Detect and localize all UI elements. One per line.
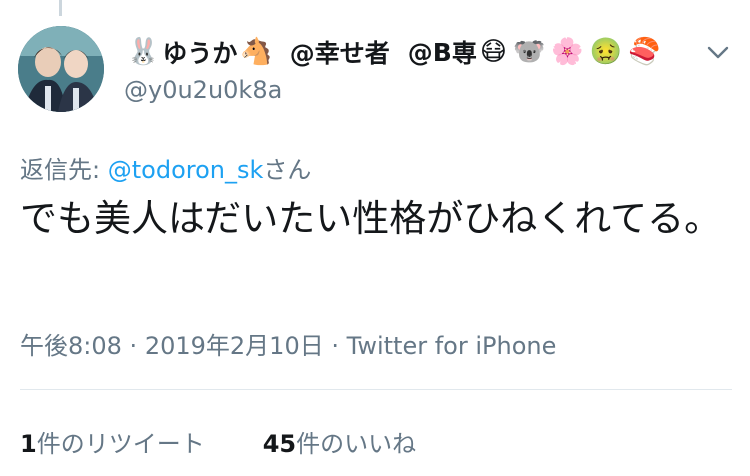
likes-stat[interactable]: 45件のいいね — [263, 430, 416, 458]
replying-to: 返信先: @todoron_skさん — [20, 150, 311, 185]
chevron-down-icon[interactable] — [704, 38, 732, 66]
tweet-stats: 1件のリツイート 45件のいいね — [20, 424, 416, 459]
tweet-date[interactable]: 2019年2月10日 — [145, 332, 324, 360]
meta-separator: · — [331, 332, 339, 360]
nauseated-face-emoji-icon: 🤢 — [589, 37, 623, 67]
sushi-emoji-icon: 🍣 — [628, 37, 661, 67]
retweets-count: 1 — [20, 430, 37, 458]
display-name-part-3: @B — [407, 37, 452, 67]
meta-separator: · — [129, 332, 138, 360]
avatar-photo-image — [18, 26, 104, 112]
likes-label: 件のいいね — [296, 430, 417, 458]
thread-connector-line — [59, 0, 62, 16]
display-name-part-3-cut: 専 — [451, 39, 477, 68]
horse-face-emoji-icon: 🐴 — [240, 37, 273, 67]
avatar[interactable] — [18, 26, 104, 112]
divider — [20, 389, 732, 390]
replying-to-prefix: 返信先: — [20, 156, 101, 184]
tweet-time[interactable]: 午後8:08 — [20, 332, 122, 360]
replying-to-suffix: さん — [263, 156, 312, 184]
tweet-source-link[interactable]: Twitter for iPhone — [347, 332, 557, 360]
rabbit-emoji-icon: 🐰 — [127, 37, 160, 67]
koala-emoji-icon: 🐨 — [512, 37, 546, 67]
display-name[interactable]: 🐰 ゆうか 🐴 @幸せ者 @B 専 😷 🐨 🌸 🤢 🍣 — [124, 34, 694, 70]
tweet-text: でも美人はだいたい性格がひねくれてる。 — [20, 197, 722, 240]
display-name-part-1: ゆうか — [162, 39, 238, 68]
cherry-blossom-emoji-icon: 🌸 — [551, 37, 584, 67]
mask-face-emoji-icon: 😷 — [479, 37, 507, 67]
user-handle[interactable]: @y0u2u0k8a — [124, 76, 282, 104]
retweets-stat[interactable]: 1件のリツイート — [20, 430, 205, 458]
reply-mention-link[interactable]: @todoron_sk — [108, 156, 264, 184]
likes-count: 45 — [262, 430, 297, 458]
tweet-meta: 午後8:08 · 2019年2月10日 · Twitter for iPhone — [20, 326, 556, 361]
display-name-part-2: @幸せ者 — [289, 39, 390, 68]
retweets-label: 件のリツイート — [36, 430, 205, 458]
